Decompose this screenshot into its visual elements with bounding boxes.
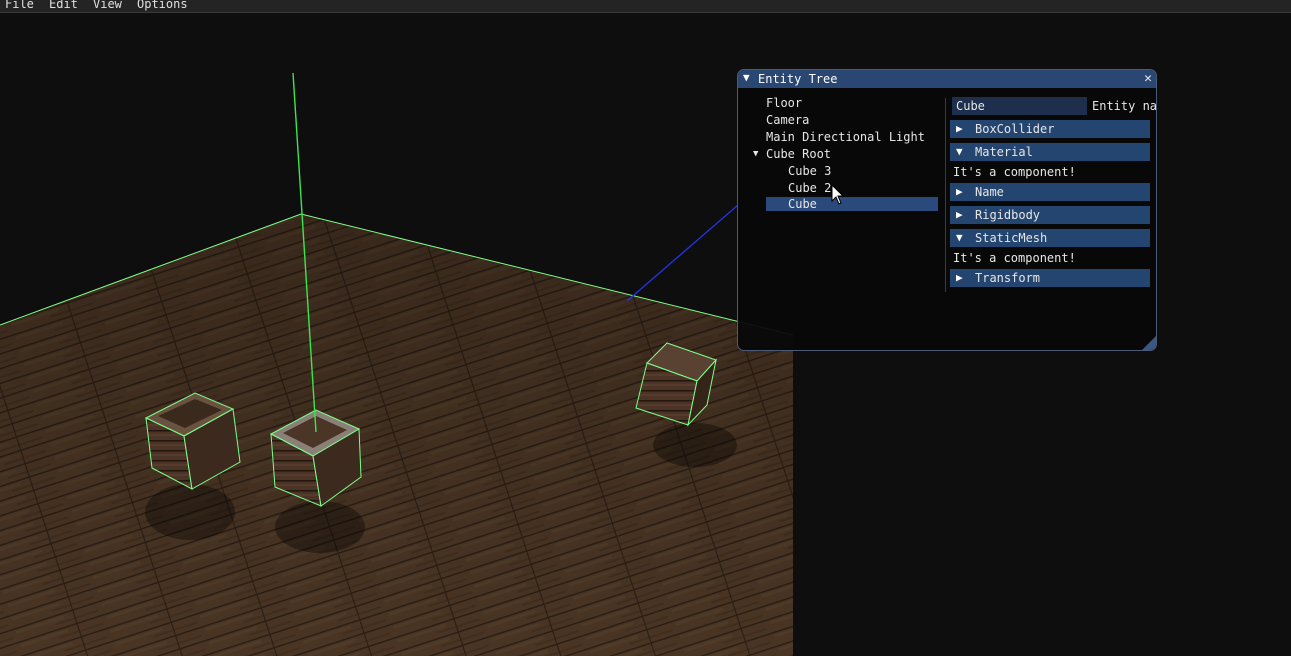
component-header-name[interactable]: ▶ Name (950, 183, 1150, 201)
tree-item-floor[interactable]: Floor (766, 95, 802, 111)
triangle-right-icon: ▶ (956, 185, 963, 198)
component-header-transform[interactable]: ▶ Transform (950, 269, 1150, 287)
triangle-right-icon: ▶ (956, 271, 963, 284)
mouse-cursor-icon (831, 184, 845, 205)
component-label: StaticMesh (975, 231, 1048, 245)
triangle-right-icon: ▶ (956, 122, 963, 135)
menu-edit[interactable]: Edit (49, 0, 78, 11)
component-label: BoxCollider (975, 122, 1055, 136)
entity-name-input[interactable] (952, 97, 1087, 115)
close-icon[interactable]: ✕ (1144, 71, 1152, 86)
component-label: Rigidbody (975, 208, 1041, 222)
component-header-boxcollider[interactable]: ▶ BoxCollider (950, 120, 1150, 138)
window-title: Entity Tree (758, 72, 838, 86)
triangle-down-icon: ▼ (956, 231, 963, 244)
cube-shadow (145, 484, 235, 540)
tree-item-cube-2[interactable]: Cube 2 (788, 180, 831, 196)
triangle-down-icon[interactable]: ▼ (743, 71, 750, 84)
staticmesh-component-text: It's a component! (953, 251, 1076, 265)
entity-name-label: Entity na (1092, 99, 1157, 113)
tree-item-light[interactable]: Main Directional Light (766, 129, 925, 145)
blue-axis-line (626, 204, 739, 302)
tree-item-cube[interactable]: Cube (766, 197, 938, 211)
resize-grip[interactable] (1142, 336, 1156, 350)
component-header-rigidbody[interactable]: ▶ Rigidbody (950, 206, 1150, 224)
window-title-bar[interactable]: ▼ Entity Tree ✕ (738, 70, 1156, 88)
tree-item-cube-root[interactable]: Cube Root (766, 146, 831, 162)
triangle-down-icon[interactable]: ▼ (753, 146, 758, 162)
menu-options[interactable]: Options (137, 0, 188, 11)
entity-tree-window: ▼ Entity Tree ✕ Floor Camera Main Direct… (737, 69, 1157, 351)
tree-item-camera[interactable]: Camera (766, 112, 809, 128)
component-label: Material (975, 145, 1033, 159)
menu-file[interactable]: File (5, 0, 34, 11)
panel-splitter[interactable] (945, 98, 946, 292)
triangle-right-icon: ▶ (956, 208, 963, 221)
material-component-text: It's a component! (953, 165, 1076, 179)
cube-shadow (653, 423, 737, 467)
component-label: Name (975, 185, 1004, 199)
cube-shadow (275, 501, 365, 553)
component-header-staticmesh[interactable]: ▼ StaticMesh (950, 229, 1150, 247)
menu-view[interactable]: View (93, 0, 122, 11)
component-header-material[interactable]: ▼ Material (950, 143, 1150, 161)
triangle-down-icon: ▼ (956, 145, 963, 158)
menu-bar: File Edit View Options (0, 0, 1291, 13)
component-label: Transform (975, 271, 1041, 285)
tree-item-cube-3[interactable]: Cube 3 (788, 163, 831, 179)
